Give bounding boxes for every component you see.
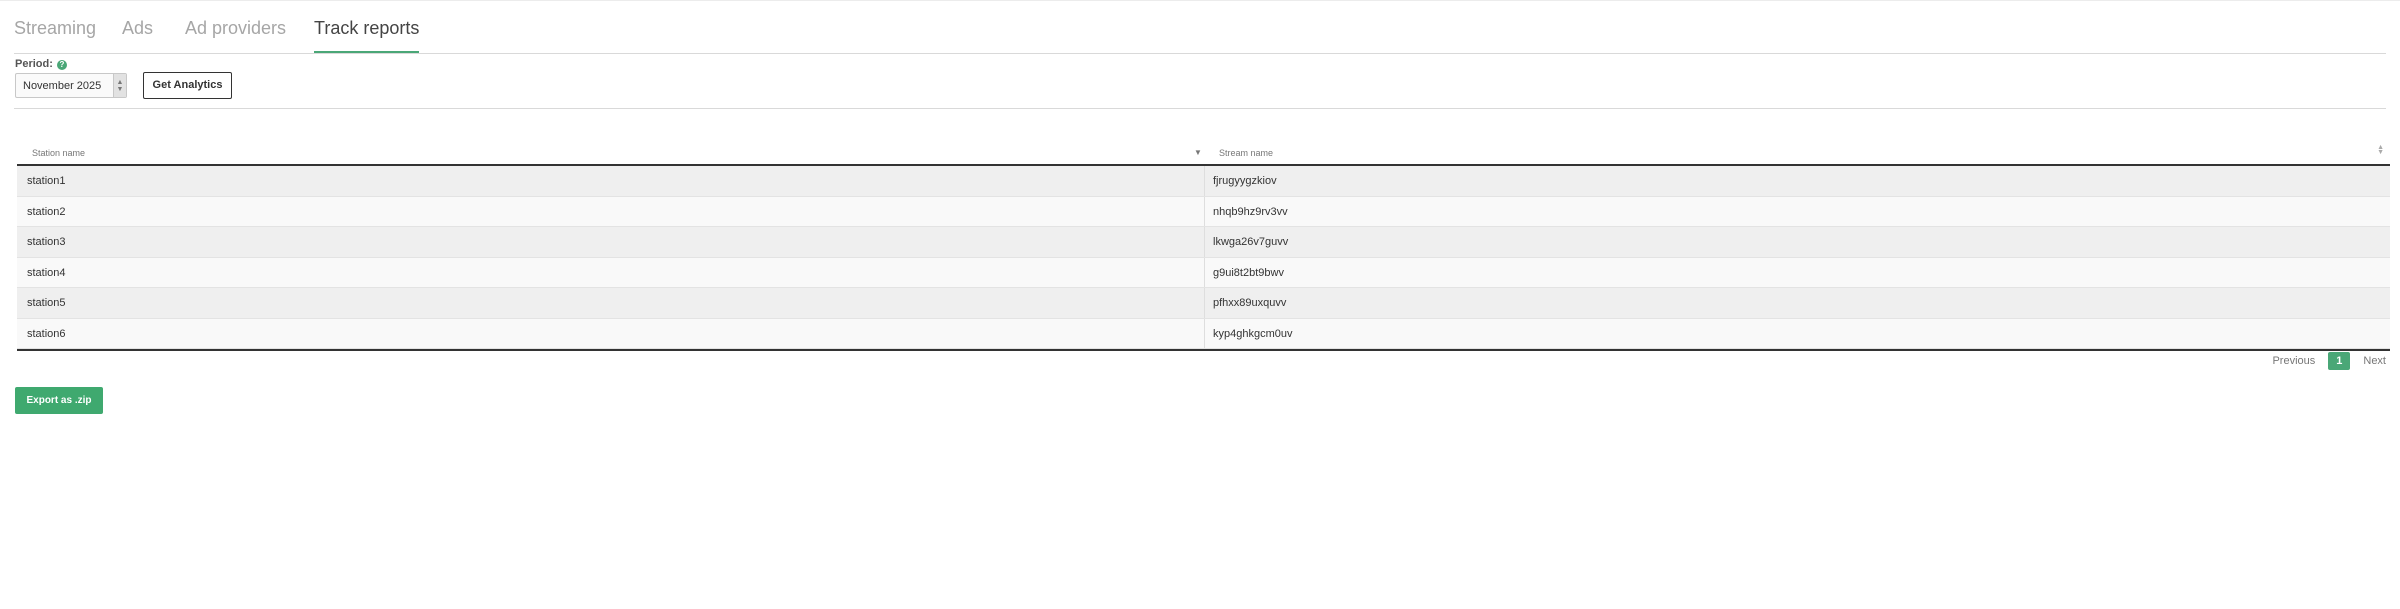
station-name-cell: station1 xyxy=(27,175,66,187)
sort-desc-icon[interactable]: ▼ xyxy=(1194,148,1202,157)
column-separator xyxy=(1204,227,1205,257)
stream-name-cell: lkwga26v7guvv xyxy=(1213,236,1289,248)
column-header-station-name[interactable]: Station name xyxy=(32,148,85,158)
divider xyxy=(14,108,2386,109)
pagination: Previous 1 Next xyxy=(2272,352,2386,372)
tab-streaming[interactable]: Streaming xyxy=(14,18,96,53)
get-analytics-button[interactable]: Get Analytics xyxy=(143,72,232,99)
next-page-button[interactable]: Next xyxy=(2363,355,2386,367)
stream-name-cell: kyp4ghkgcm0uv xyxy=(1213,327,1293,340)
sort-both-icon[interactable]: ▲ ▼ xyxy=(2377,144,2384,156)
period-label: Period: xyxy=(15,58,53,70)
tab-track-reports[interactable]: Track reports xyxy=(314,18,420,53)
previous-page-button[interactable]: Previous xyxy=(2272,355,2315,367)
station-name-cell: station2 xyxy=(27,205,66,218)
period-select[interactable]: November 2025 ▲ ▼ xyxy=(15,73,127,98)
stream-name-cell: nhqb9hz9rv3vv xyxy=(1213,205,1288,218)
column-separator xyxy=(1204,318,1205,348)
stream-name-cell: pfhxx89uxquvv xyxy=(1213,297,1287,309)
export-zip-button[interactable]: Export as .zip xyxy=(15,387,103,414)
tab-ad-providers[interactable]: Ad providers xyxy=(185,18,286,53)
table-row[interactable]: station3 lkwga26v7guvv xyxy=(17,227,2390,258)
table-row[interactable]: station2 nhqb9hz9rv3vv xyxy=(17,196,2390,227)
column-separator xyxy=(1204,166,1205,196)
column-header-stream-name[interactable]: Stream name xyxy=(1219,148,1273,158)
tab-bar: Streaming Ads Ad providers Track reports xyxy=(14,0,2386,54)
period-label-group: Period:? xyxy=(15,58,67,70)
table-row[interactable]: station4 g9ui8t2bt9bwv xyxy=(17,257,2390,288)
column-separator xyxy=(1204,257,1205,287)
period-value: November 2025 xyxy=(23,80,102,92)
station-name-cell: station6 xyxy=(27,327,66,340)
stream-name-cell: g9ui8t2bt9bwv xyxy=(1213,266,1284,279)
help-icon[interactable]: ? xyxy=(56,60,67,70)
table-header: Station name ▼ Stream name ▲ ▼ xyxy=(17,142,2390,166)
track-reports-table: Station name ▼ Stream name ▲ ▼ station1 f… xyxy=(17,142,2390,351)
select-arrows-icon: ▲ ▼ xyxy=(113,74,126,97)
page-number-button[interactable]: 1 xyxy=(2328,352,2351,370)
stream-name-cell: fjrugyygzkiov xyxy=(1213,175,1277,187)
column-separator xyxy=(1204,288,1205,318)
table-row[interactable]: station6 kyp4ghkgcm0uv xyxy=(17,318,2390,349)
tab-ads[interactable]: Ads xyxy=(122,18,153,53)
table-row[interactable]: station5 pfhxx89uxquvv xyxy=(17,288,2390,319)
table-row[interactable]: station1 fjrugyygzkiov xyxy=(17,166,2390,197)
station-name-cell: station5 xyxy=(27,297,66,309)
station-name-cell: station3 xyxy=(27,236,66,248)
station-name-cell: station4 xyxy=(27,266,66,279)
table-bottom-border xyxy=(17,349,2390,351)
column-separator xyxy=(1204,196,1205,226)
